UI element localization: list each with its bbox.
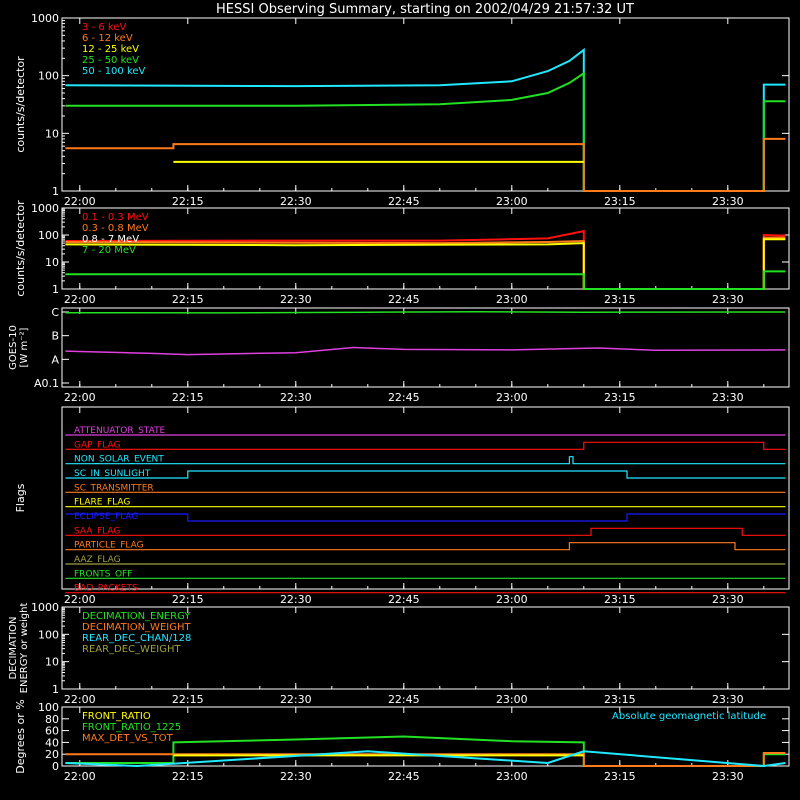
x-tick-label: 22:00 — [64, 693, 96, 706]
y-tick-label: 1000 — [31, 202, 59, 215]
x-tick-label: 22:30 — [280, 693, 312, 706]
legend-entry: 0.3 - 0.8 MeV — [82, 223, 149, 234]
x-tick-label: 23:15 — [604, 391, 636, 404]
legend-entry: 7 - 20 MeV — [82, 245, 136, 256]
x-tick-label: 23:30 — [712, 293, 744, 306]
right-note: Absolute geomagnetic latitude — [612, 711, 766, 722]
y-tick-label: 1000 — [31, 12, 59, 25]
x-tick-label: 22:00 — [64, 293, 96, 306]
x-tick-label: 22:45 — [388, 770, 420, 783]
observing-summary-figure: HESSI Observing Summary, starting on 200… — [0, 0, 800, 800]
x-tick-label: 22:45 — [388, 593, 420, 606]
x-tick-label: 22:15 — [172, 293, 204, 306]
y-tick-label: C — [51, 306, 59, 319]
y-tick-label: 0 — [52, 760, 59, 773]
x-tick-label: 22:30 — [280, 195, 312, 208]
y-tick-label: 1000 — [31, 601, 59, 614]
legend-entry: 50 - 100 keV — [82, 66, 146, 77]
x-tick-label: 23:30 — [712, 195, 744, 208]
x-tick-label: 22:00 — [64, 593, 96, 606]
x-tick-label: 22:00 — [64, 195, 96, 208]
x-tick-label: 22:15 — [172, 195, 204, 208]
x-tick-label: 22:45 — [388, 195, 420, 208]
y-axis-label: Flags — [14, 483, 27, 512]
legend-entry: FRONT_RATIO — [82, 711, 151, 722]
y-tick-label: 10 — [45, 256, 59, 269]
y-tick-label: 1 — [52, 283, 59, 296]
y-tick-label: 10 — [45, 656, 59, 669]
y-axis-label: ENERGY or weight — [19, 603, 30, 694]
y-tick-label: 1 — [52, 683, 59, 696]
x-tick-label: 23:00 — [496, 391, 528, 404]
x-tick-label: 22:00 — [64, 391, 96, 404]
x-tick-label: 22:15 — [172, 693, 204, 706]
y-tick-label: 100 — [38, 229, 59, 242]
x-tick-label: 22:45 — [388, 293, 420, 306]
y-tick-label: 40 — [45, 736, 59, 749]
y-tick-label: B — [51, 330, 59, 343]
x-tick-label: 22:00 — [64, 770, 96, 783]
legend-entry: 3 - 6 keV — [82, 22, 126, 33]
y-tick-label: A0.1 — [34, 377, 59, 390]
x-tick-label: 23:30 — [712, 770, 744, 783]
x-tick-label: 23:30 — [712, 391, 744, 404]
x-tick-label: 22:15 — [172, 770, 204, 783]
legend-entry: 0.1 - 0.3 MeV — [82, 212, 149, 223]
x-tick-label: 22:15 — [172, 391, 204, 404]
legend-entry: REAR_DEC_CHAN/128 — [82, 633, 191, 644]
x-tick-label: 23:00 — [496, 195, 528, 208]
x-tick-label: 23:00 — [496, 770, 528, 783]
y-tick-label: 10 — [45, 127, 59, 140]
y-axis-label: DECIMATION — [8, 616, 19, 679]
legend-entry: FRONT_RATIO_1225 — [82, 722, 181, 733]
x-tick-label: 23:30 — [712, 693, 744, 706]
y-axis-label: counts/s/detector — [14, 200, 27, 297]
x-tick-label: 23:15 — [604, 693, 636, 706]
y-axis-label: [W m⁻²] — [19, 327, 30, 367]
legend-entry: REAR_DEC_WEIGHT — [82, 644, 181, 655]
y-tick-label: 100 — [38, 628, 59, 641]
y-axis-label: GOES-10 — [8, 325, 19, 370]
legend-entry: MAX_DET_VS_TOT — [82, 733, 174, 744]
y-tick-label: 20 — [45, 748, 59, 761]
y-axis-label: counts/s/detector — [14, 56, 27, 153]
legend-entry: 12 - 25 keV — [82, 44, 139, 55]
legend-entry: DECIMATION_ENERGY — [82, 611, 191, 622]
x-tick-label: 22:30 — [280, 293, 312, 306]
legend-entry: 6 - 12 keV — [82, 33, 133, 44]
chart-title: HESSI Observing Summary, starting on 200… — [216, 2, 634, 17]
legend-entry: 0.8 - 7 MeV — [82, 234, 139, 245]
x-tick-label: 23:15 — [604, 293, 636, 306]
y-tick-label: 100 — [38, 701, 59, 714]
x-tick-label: 22:30 — [280, 391, 312, 404]
x-tick-label: 22:45 — [388, 693, 420, 706]
y-tick-label: A — [51, 353, 59, 366]
y-axis-label: Degrees or % — [14, 699, 27, 773]
x-tick-label: 23:15 — [604, 593, 636, 606]
x-tick-label: 23:15 — [604, 195, 636, 208]
y-tick-label: 100 — [38, 70, 59, 83]
x-tick-label: 22:45 — [388, 391, 420, 404]
y-tick-label: 80 — [45, 713, 59, 726]
x-tick-label: 23:00 — [496, 293, 528, 306]
x-tick-label: 22:15 — [172, 593, 204, 606]
x-tick-label: 22:30 — [280, 593, 312, 606]
x-tick-label: 23:15 — [604, 770, 636, 783]
legend-entry: DECIMATION_WEIGHT — [82, 622, 191, 633]
x-tick-label: 23:00 — [496, 593, 528, 606]
x-tick-label: 22:30 — [280, 770, 312, 783]
legend-entry: 25 - 50 keV — [82, 55, 139, 66]
x-tick-label: 23:30 — [712, 593, 744, 606]
y-tick-label: 1 — [52, 185, 59, 198]
y-tick-label: 60 — [45, 725, 59, 738]
x-tick-label: 23:00 — [496, 693, 528, 706]
